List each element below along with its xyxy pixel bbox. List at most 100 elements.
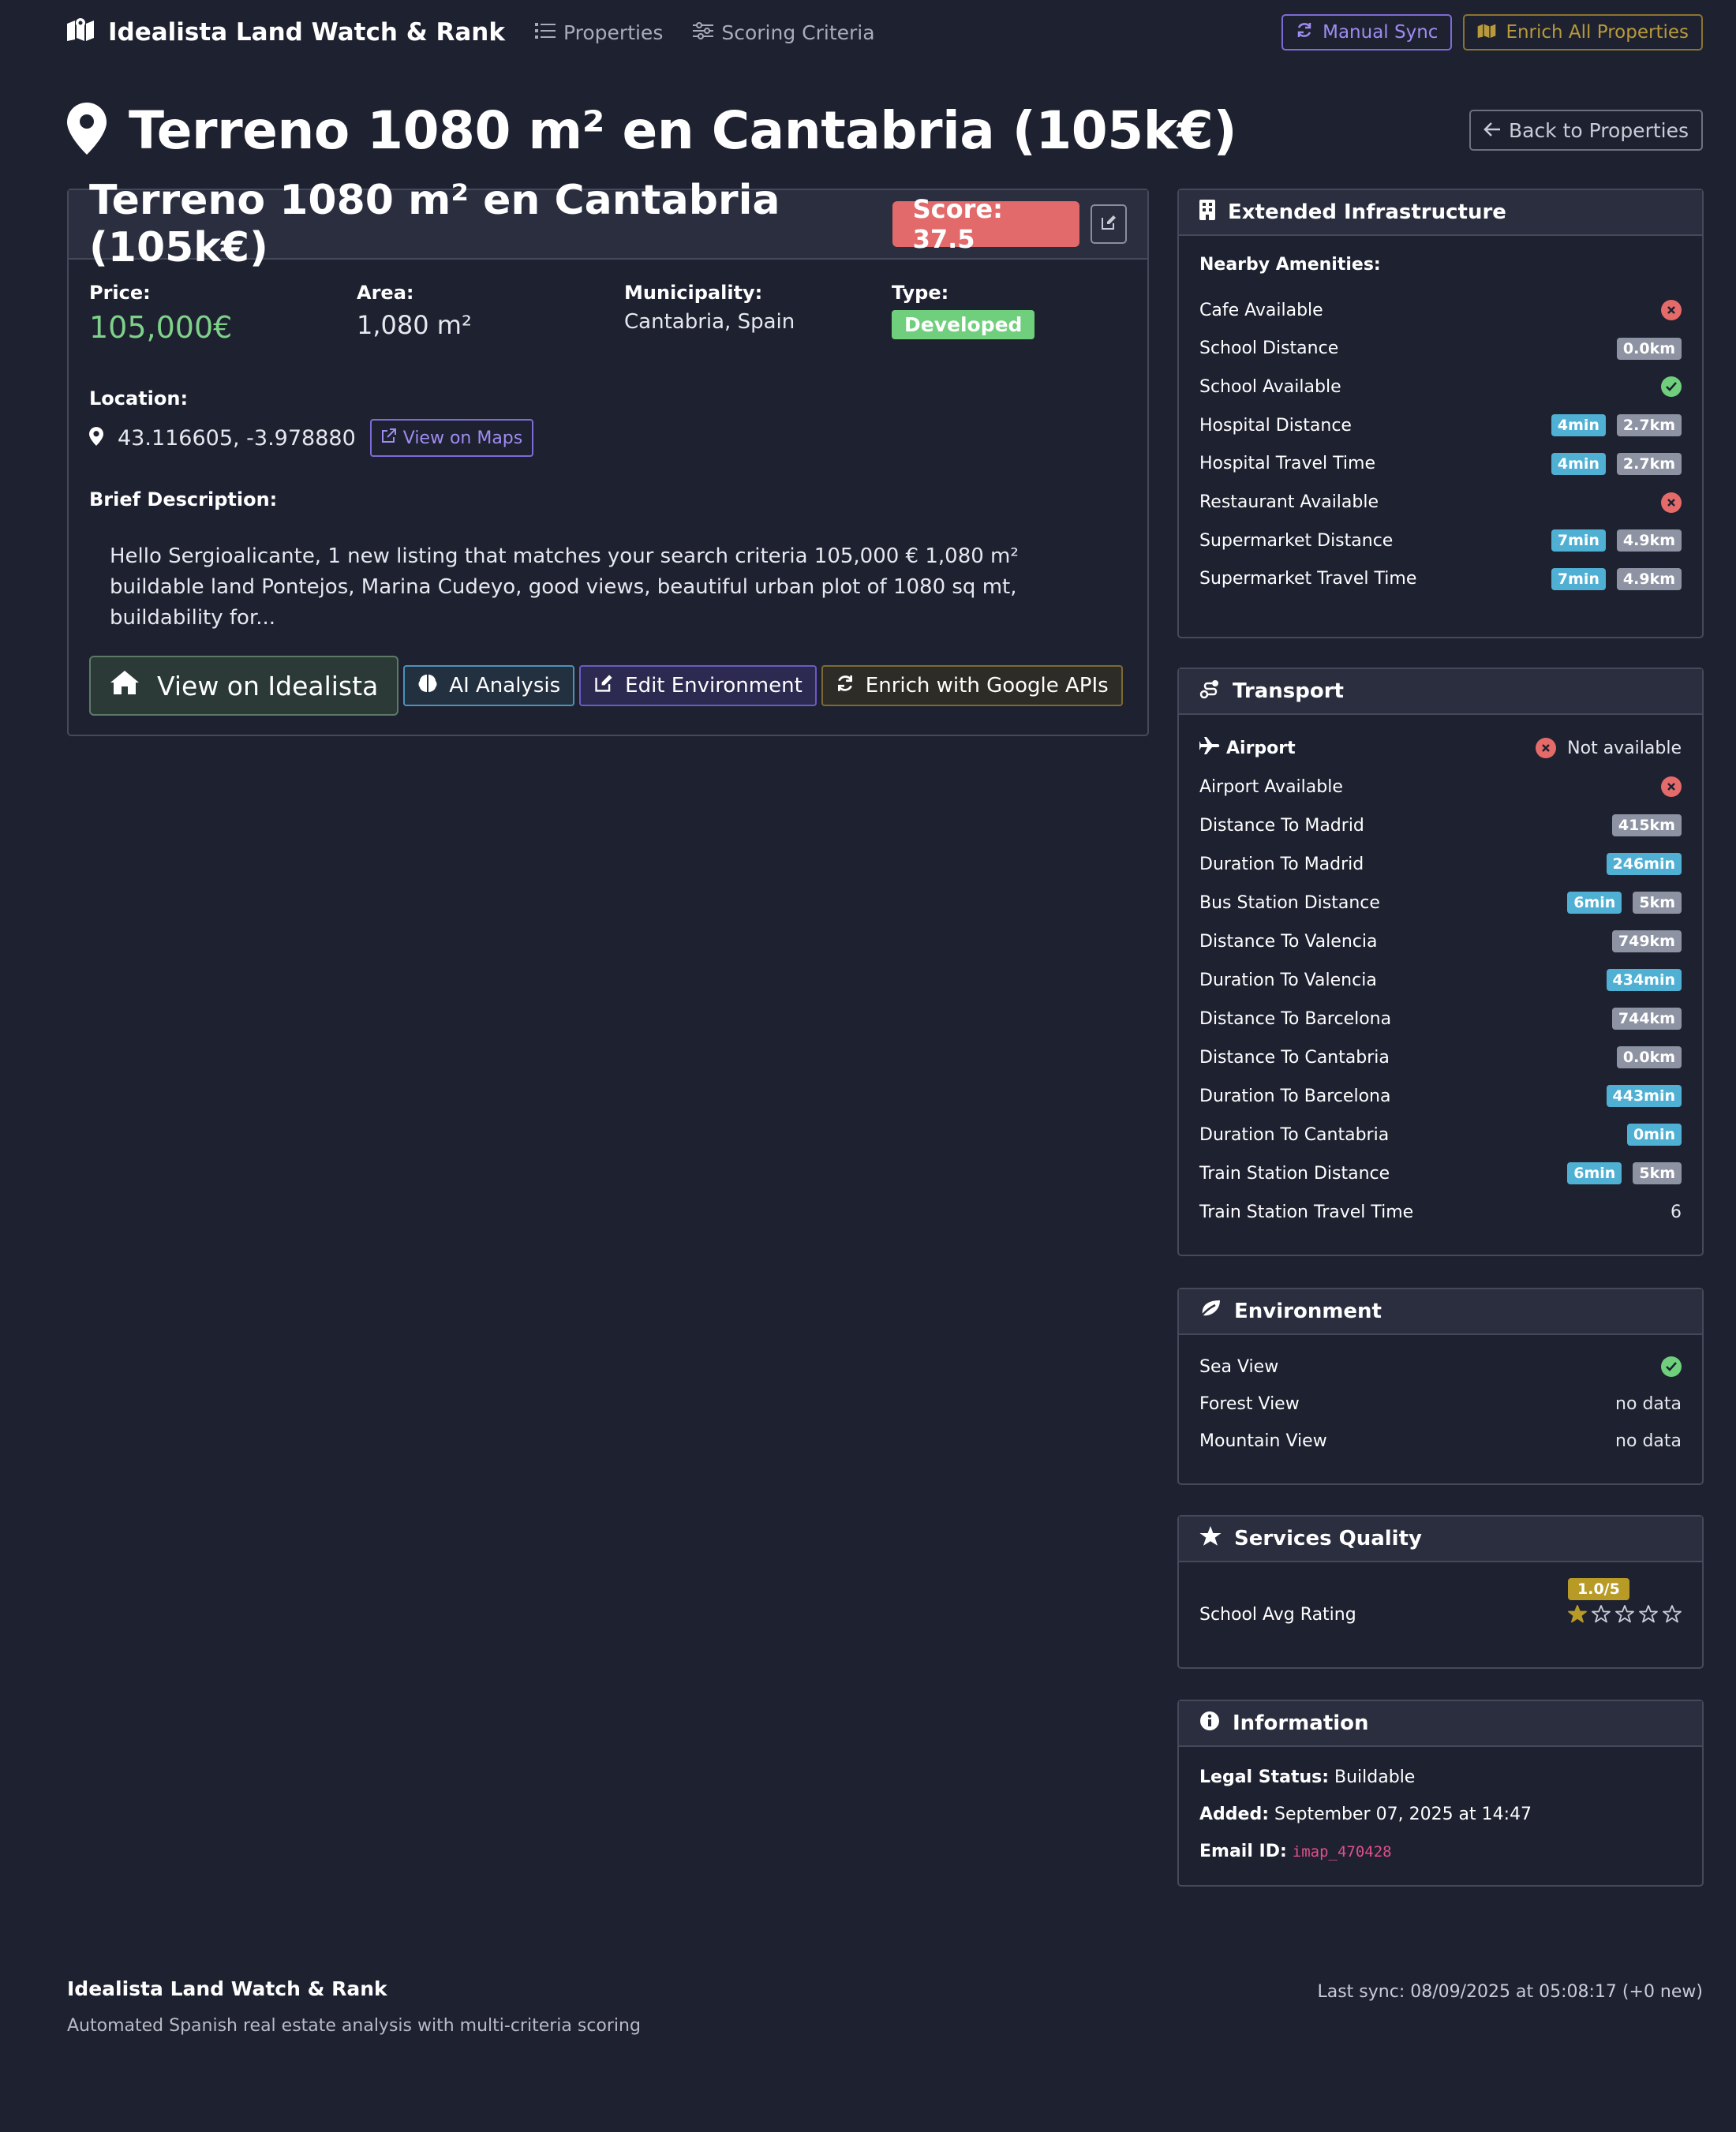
page-title: Terreno 1080 m² en Cantabria (105k€) (129, 99, 1237, 161)
train-station-distance-label: Train Station Distance (1199, 1163, 1390, 1184)
property-title: Terreno 1080 m² en Cantabria (105k€) (89, 177, 780, 271)
duration-badge: 6min (1567, 1162, 1622, 1184)
property-actions: View on Idealista AI Analysis Edit Envir… (89, 656, 1123, 716)
building-icon (1199, 199, 1215, 226)
navbar: Idealista Land Watch & Rank Properties S… (67, 14, 1703, 50)
nav-properties[interactable]: Properties (535, 21, 663, 44)
view-on-maps-button[interactable]: View on Maps (369, 419, 534, 457)
email-id-row: Email ID: imap_470428 (1199, 1842, 1392, 1861)
environment-title: Environment (1234, 1300, 1382, 1323)
x-icon (1661, 300, 1682, 320)
distance-badge: 749km (1611, 930, 1682, 952)
coordinates: 43.116605, -3.978880 (118, 425, 356, 451)
bus-station-distance-row: Bus Station Distance 6min 5km (1199, 890, 1682, 915)
nav-scoring-criteria[interactable]: Scoring Criteria (693, 21, 875, 44)
email-id-label: Email ID: (1199, 1842, 1287, 1861)
duration-to-madrid-row: Duration To Madrid 246min (1199, 851, 1682, 877)
distance-badge: 744km (1611, 1008, 1682, 1030)
transport-title: Transport (1233, 679, 1344, 703)
edit-environment-button[interactable]: Edit Environment (579, 665, 817, 706)
distance-to-valencia-row: Distance To Valencia 749km (1199, 929, 1682, 954)
distance-to-barcelona-row: Distance To Barcelona 744km (1199, 1006, 1682, 1031)
restaurant-available-row: Restaurant Available (1199, 490, 1682, 515)
hospital-distance-label: Hospital Distance (1199, 415, 1352, 436)
email-id-value: imap_470428 (1292, 1843, 1392, 1861)
hospital-distance-row: Hospital Distance 4min 2.7km (1199, 413, 1682, 438)
restaurant-available-label: Restaurant Available (1199, 492, 1379, 512)
edit-environment-label: Edit Environment (625, 674, 803, 698)
ai-analysis-button[interactable]: AI Analysis (403, 665, 575, 706)
duration-badge: 443min (1606, 1085, 1682, 1107)
rating-badge: 1.0/5 (1568, 1578, 1629, 1600)
back-label: Back to Properties (1508, 118, 1689, 142)
distance-badge: 5km (1633, 1162, 1682, 1184)
services-title: Services Quality (1234, 1527, 1422, 1550)
edit-score-button[interactable] (1091, 204, 1127, 244)
back-to-properties-button[interactable]: Back to Properties (1468, 110, 1703, 151)
sea-view-label: Sea View (1199, 1356, 1279, 1377)
page-header: Terreno 1080 m² en Cantabria (105k€) Bac… (67, 95, 1703, 166)
type-field: Type: Developed (892, 282, 1159, 345)
sea-view-row: Sea View (1199, 1354, 1682, 1379)
map-marker-icon (67, 103, 107, 158)
hospital-travel-time-row: Hospital Travel Time 4min 2.7km (1199, 451, 1682, 477)
area-field: Area: 1,080 m² (357, 282, 624, 345)
airport-label: Airport (1226, 738, 1296, 758)
last-sync-text: Last sync: 08/09/2025 at 05:08:17 (+0 ne… (1317, 1982, 1703, 2002)
duration-badge: 434min (1606, 969, 1682, 991)
star-filled-icon (1568, 1605, 1587, 1626)
star-empty-icon (1639, 1605, 1658, 1626)
school-available-row: School Available (1199, 374, 1682, 399)
information-header: Information (1179, 1701, 1702, 1747)
distance-to-madrid-label: Distance To Madrid (1199, 815, 1364, 836)
external-link-icon (381, 428, 397, 448)
route-icon (1199, 679, 1220, 705)
price-field: Price: 105,000€ (89, 282, 357, 345)
area-value: 1,080 m² (357, 310, 472, 340)
distance-badge: 4.9km (1616, 567, 1682, 590)
footer-subtitle: Automated Spanish real estate analysis w… (67, 2016, 641, 2036)
airport-row: Airport Not available (1199, 735, 1682, 761)
transport-header: Transport (1179, 669, 1702, 715)
manual-sync-button[interactable]: Manual Sync (1281, 14, 1453, 50)
forest-view-value: no data (1615, 1393, 1682, 1414)
duration-badge: 0min (1626, 1124, 1682, 1146)
duration-to-valencia-row: Duration To Valencia 434min (1199, 967, 1682, 993)
plane-icon (1199, 736, 1220, 760)
home-icon (110, 670, 140, 701)
duration-to-valencia-label: Duration To Valencia (1199, 970, 1377, 990)
school-available-label: School Available (1199, 376, 1341, 397)
duration-to-barcelona-label: Duration To Barcelona (1199, 1086, 1391, 1106)
star-empty-icon (1615, 1605, 1634, 1626)
municipality-label: Municipality: (624, 282, 763, 304)
property-card-header: Terreno 1080 m² en Cantabria (105k€) Sco… (69, 177, 1147, 271)
distance-to-valencia-label: Distance To Valencia (1199, 931, 1378, 952)
footer-title: Idealista Land Watch & Rank (67, 1977, 387, 2000)
enrich-google-button[interactable]: Enrich with Google APIs (821, 665, 1123, 706)
cafe-available-row: Cafe Available (1199, 297, 1682, 323)
transport-card: Transport Airport Not available Airport … (1177, 668, 1704, 1256)
enrich-all-button[interactable]: Enrich All Properties (1463, 14, 1703, 50)
airport-status: Not available (1567, 738, 1682, 758)
distance-badge: 2.7km (1616, 414, 1682, 437)
hospital-travel-time-label: Hospital Travel Time (1199, 454, 1375, 474)
area-label: Area: (357, 282, 414, 304)
cafe-available-label: Cafe Available (1199, 300, 1323, 320)
brand[interactable]: Idealista Land Watch & Rank (67, 17, 505, 47)
infrastructure-header: Extended Infrastructure (1179, 190, 1702, 236)
school-rating-value: 1.0/5 (1568, 1578, 1682, 1626)
ai-analysis-label: AI Analysis (449, 674, 561, 698)
infrastructure-title: Extended Infrastructure (1228, 200, 1506, 224)
duration-to-cantabria-row: Duration To Cantabria 0min (1199, 1122, 1682, 1147)
view-on-idealista-button[interactable]: View on Idealista (89, 656, 399, 716)
x-icon (1661, 492, 1682, 513)
map-icon (67, 17, 94, 47)
services-header: Services Quality (1179, 1517, 1702, 1562)
duration-to-barcelona-row: Duration To Barcelona 443min (1199, 1083, 1682, 1109)
train-station-distance-row: Train Station Distance 6min 5km (1199, 1161, 1682, 1186)
added-label: Added: (1199, 1805, 1269, 1824)
type-label: Type: (892, 282, 949, 304)
municipality-field: Municipality: Cantabria, Spain (624, 282, 892, 345)
distance-badge: 0.0km (1616, 337, 1682, 360)
school-rating-label: School Avg Rating (1199, 1604, 1356, 1625)
